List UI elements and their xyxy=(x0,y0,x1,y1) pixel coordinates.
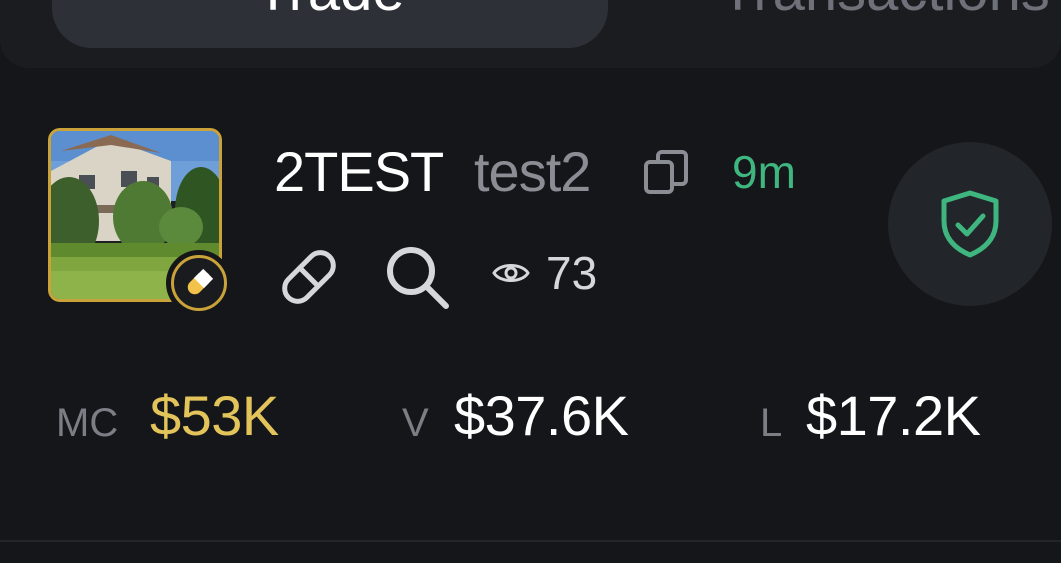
search-icon[interactable] xyxy=(382,242,452,312)
pill-badge xyxy=(166,250,232,316)
volume-label: V xyxy=(402,401,429,445)
tab-trade[interactable]: Trade xyxy=(52,0,608,48)
link-icon[interactable] xyxy=(276,244,342,310)
liquidity-label: L xyxy=(760,401,783,445)
volume-value: $37.6K xyxy=(454,384,629,447)
market-cap-value: $53K xyxy=(150,384,279,447)
pill-icon xyxy=(187,268,214,295)
eye-icon xyxy=(492,264,530,282)
view-count: 73 xyxy=(546,247,598,299)
tab-transactions-label: Transactions xyxy=(720,0,1050,20)
audit-button[interactable] xyxy=(888,142,1052,306)
token-page: Trade Transactions xyxy=(0,0,1061,563)
token-age: 9m xyxy=(732,146,796,198)
tab-bar: Trade Transactions xyxy=(0,0,1061,68)
divider xyxy=(0,540,1061,542)
tab-transactions[interactable]: Transactions xyxy=(720,0,1061,48)
copy-icon[interactable] xyxy=(640,146,692,198)
shield-check-icon xyxy=(941,190,999,258)
market-cap-label: MC xyxy=(56,401,119,445)
liquidity-value: $17.2K xyxy=(806,384,981,447)
tab-trade-label: Trade xyxy=(255,0,404,20)
token-name: test2 xyxy=(474,140,591,203)
token-symbol: 2TEST xyxy=(274,140,444,203)
